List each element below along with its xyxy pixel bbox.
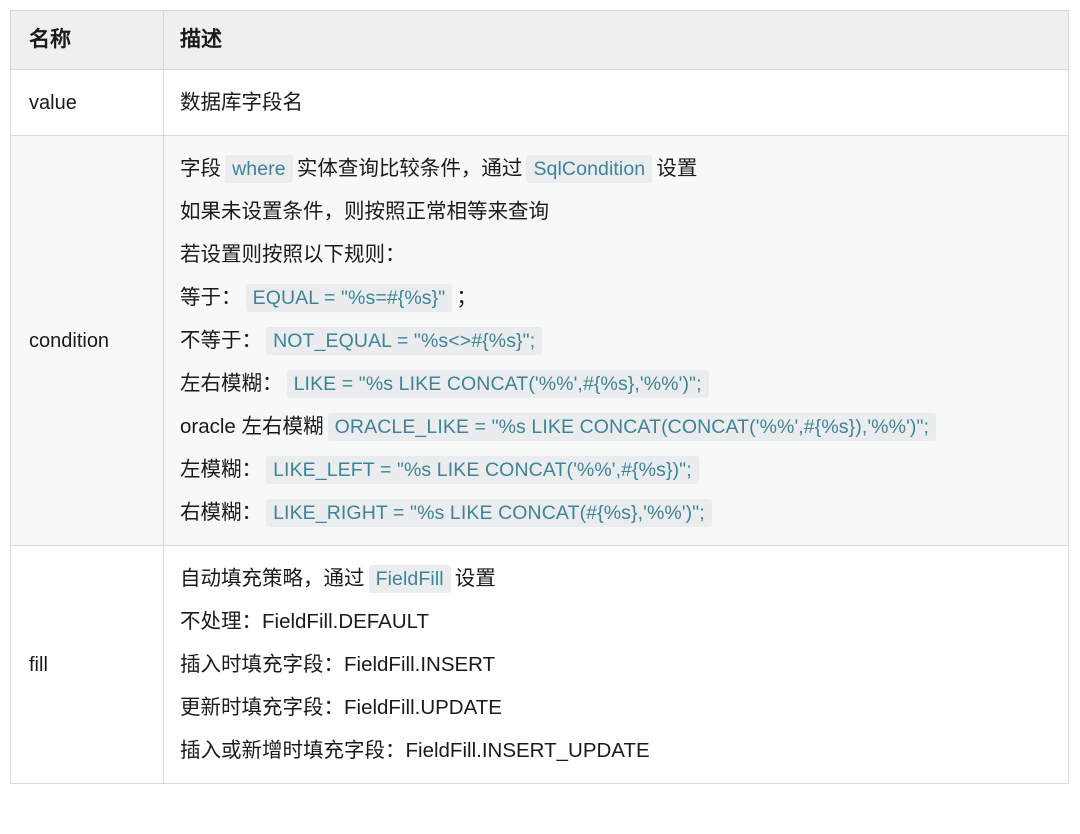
documentation-table-container: 名称 描述 value 数据库字段名 condition 字段 where 实体查询比…: [0, 0, 1080, 794]
description-line: 左模糊： LIKE_LEFT = "%s LIKE CONCAT('%%',#{…: [180, 448, 1054, 491]
description-line: 等于： EQUAL = "%s=#{%s}" ；: [180, 276, 1054, 319]
table-header: 名称 描述: [10, 9, 1069, 71]
cell-field-name: value: [10, 69, 164, 137]
description-line: 如果未设置条件，则按照正常相等来查询: [180, 190, 1054, 233]
inline-code-token: SqlCondition: [526, 155, 653, 184]
inline-code-token: LIKE_RIGHT = "%s LIKE CONCAT(#{%s},'%%')…: [266, 499, 712, 528]
description-text: 实体查询比较条件，通过: [296, 157, 523, 181]
inline-code-token: ORACLE_LIKE = "%s LIKE CONCAT(CONCAT('%%…: [327, 413, 937, 442]
description-line: 若设置则按照以下规则：: [180, 233, 1054, 276]
inline-code-token: NOT_EQUAL = "%s<>#{%s}";: [266, 327, 543, 356]
table-row: condition 字段 where 实体查询比较条件，通过 SqlConditi…: [10, 135, 1069, 547]
description-line: 插入时填充字段：FieldFill.INSERT: [180, 643, 1054, 686]
description-text: 等于：: [180, 286, 242, 310]
description-line: 不处理：FieldFill.DEFAULT: [180, 600, 1054, 643]
inline-code-token: EQUAL = "%s=#{%s}": [245, 284, 453, 313]
description-text: 如果未设置条件，则按照正常相等来查询: [180, 200, 549, 224]
description-text: 左模糊：: [180, 458, 262, 482]
description-line: 右模糊： LIKE_RIGHT = "%s LIKE CONCAT(#{%s},…: [180, 491, 1054, 534]
description-text: 插入时填充字段：FieldFill.INSERT: [180, 653, 496, 677]
table-header-row: 名称 描述: [10, 9, 1069, 71]
description-line: oracle 左右模糊 ORACLE_LIKE = "%s LIKE CONCA…: [180, 405, 1054, 448]
inline-code-token: where: [225, 155, 293, 184]
inline-code-token: FieldFill: [368, 565, 451, 594]
description-line: 数据库字段名: [180, 81, 1054, 124]
cell-field-description: 数据库字段名: [163, 69, 1069, 137]
cell-field-description: 自动填充策略，通过 FieldFill 设置 不处理：FieldFill.DEFA…: [163, 545, 1069, 785]
column-header-description: 描述: [163, 9, 1069, 71]
description-text: oracle 左右模糊: [180, 415, 324, 439]
cell-field-name: condition: [10, 135, 164, 547]
inline-code-token: LIKE_LEFT = "%s LIKE CONCAT('%%',#{%s})"…: [266, 456, 699, 485]
table-body: value 数据库字段名 condition 字段 where 实体查询比较条件，通过…: [10, 69, 1069, 785]
description-text: 数据库字段名: [180, 91, 303, 115]
description-text: 不处理：FieldFill.DEFAULT: [180, 610, 430, 634]
description-text: 若设置则按照以下规则：: [180, 243, 406, 267]
description-text: 设置: [454, 567, 496, 591]
description-text: 右模糊：: [180, 501, 262, 525]
description-line: 自动填充策略，通过 FieldFill 设置: [180, 557, 1054, 600]
field-annotation-table: 名称 描述 value 数据库字段名 condition 字段 where 实体查询比…: [10, 9, 1069, 785]
description-text: 自动填充策略，通过: [180, 567, 365, 591]
description-text: ；: [456, 286, 477, 310]
table-row: value 数据库字段名: [10, 69, 1069, 137]
description-text: 左右模糊：: [180, 372, 283, 396]
description-text: 设置: [656, 157, 698, 181]
table-row: fill 自动填充策略，通过 FieldFill 设置 不处理：FieldFill.…: [10, 545, 1069, 785]
description-text: 字段: [180, 157, 221, 181]
description-text: 不等于：: [180, 329, 262, 353]
column-header-name: 名称: [10, 9, 164, 71]
description-line: 左右模糊： LIKE = "%s LIKE CONCAT('%%',#{%s},…: [180, 362, 1054, 405]
description-text: 更新时填充字段：FieldFill.UPDATE: [180, 696, 502, 720]
description-line: 不等于： NOT_EQUAL = "%s<>#{%s}";: [180, 319, 1054, 362]
cell-field-name: fill: [10, 545, 164, 785]
cell-field-description: 字段 where 实体查询比较条件，通过 SqlCondition 设置如果未设…: [163, 135, 1069, 547]
description-text: 插入或新增时填充字段：FieldFill.INSERT_UPDATE: [180, 739, 650, 763]
description-line: 字段 where 实体查询比较条件，通过 SqlCondition 设置: [180, 147, 1054, 190]
description-line: 更新时填充字段：FieldFill.UPDATE: [180, 686, 1054, 729]
inline-code-token: LIKE = "%s LIKE CONCAT('%%',#{%s},'%%')"…: [286, 370, 709, 399]
description-line: 插入或新增时填充字段：FieldFill.INSERT_UPDATE: [180, 729, 1054, 772]
